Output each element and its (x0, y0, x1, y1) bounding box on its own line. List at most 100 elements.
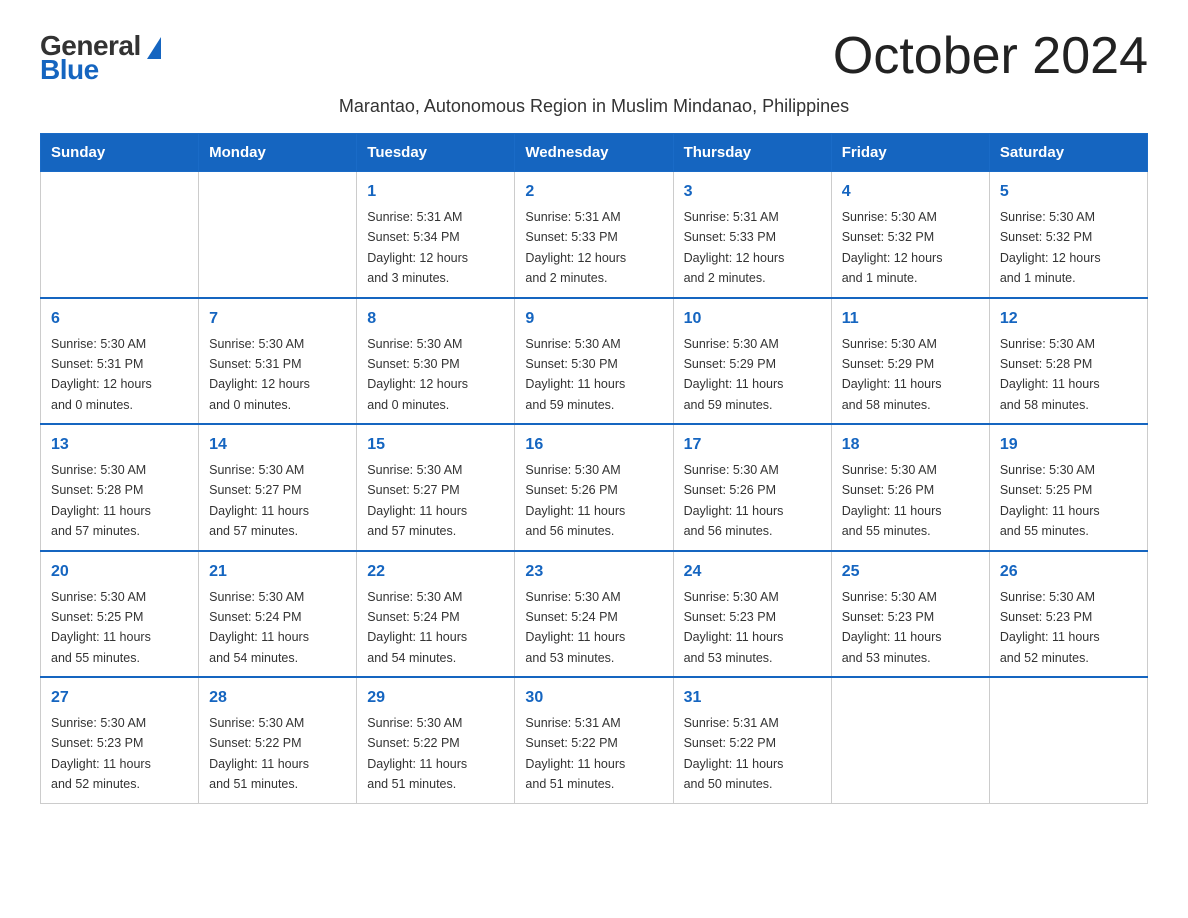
day-number: 5 (1000, 180, 1137, 204)
day-number: 20 (51, 560, 188, 584)
calendar-week-row: 13 Sunrise: 5:30 AM Sunset: 5:28 PM Dayli… (41, 424, 1148, 551)
day-info: Sunrise: 5:30 AM Sunset: 5:25 PM Dayligh… (51, 590, 151, 665)
calendar-header-row: SundayMondayTuesdayWednesdayThursdayFrid… (41, 134, 1148, 172)
day-number: 29 (367, 686, 504, 710)
day-number: 1 (367, 180, 504, 204)
calendar-week-row: 6Sunrise: 5:30 AM Sunset: 5:31 PM Daylig… (41, 298, 1148, 425)
day-number: 8 (367, 307, 504, 331)
day-number: 14 (209, 433, 346, 457)
calendar-cell: 10 Sunrise: 5:30 AM Sunset: 5:29 PM Dayli… (673, 298, 831, 425)
calendar-cell: 6Sunrise: 5:30 AM Sunset: 5:31 PM Daylig… (41, 298, 199, 425)
day-number: 25 (842, 560, 979, 584)
day-info: Sunrise: 5:30 AM Sunset: 5:22 PM Dayligh… (209, 716, 309, 791)
calendar-cell: 7 Sunrise: 5:30 AM Sunset: 5:31 PM Daylig… (199, 298, 357, 425)
day-number: 31 (684, 686, 821, 710)
day-info: Sunrise: 5:30 AM Sunset: 5:23 PM Dayligh… (51, 716, 151, 791)
logo-blue: Blue (40, 54, 99, 86)
weekday-header: Monday (199, 134, 357, 172)
calendar-cell (989, 677, 1147, 803)
day-number: 19 (1000, 433, 1137, 457)
logo: General Blue (40, 30, 161, 86)
day-number: 10 (684, 307, 821, 331)
day-number: 16 (525, 433, 662, 457)
day-info: Sunrise: 5:30 AM Sunset: 5:31 PM Dayligh… (51, 337, 152, 412)
calendar-cell: 22Sunrise: 5:30 AM Sunset: 5:24 PM Dayli… (357, 551, 515, 678)
weekday-header: Friday (831, 134, 989, 172)
calendar-cell: 21 Sunrise: 5:30 AM Sunset: 5:24 PM Dayli… (199, 551, 357, 678)
day-info: Sunrise: 5:30 AM Sunset: 5:26 PM Dayligh… (842, 463, 942, 538)
day-number: 17 (684, 433, 821, 457)
calendar-table: SundayMondayTuesdayWednesdayThursdayFrid… (40, 133, 1148, 804)
calendar-cell: 3 Sunrise: 5:31 AM Sunset: 5:33 PM Daylig… (673, 172, 831, 298)
calendar-cell: 16 Sunrise: 5:30 AM Sunset: 5:26 PM Dayli… (515, 424, 673, 551)
day-number: 30 (525, 686, 662, 710)
calendar-cell: 26Sunrise: 5:30 AM Sunset: 5:23 PM Dayli… (989, 551, 1147, 678)
day-number: 22 (367, 560, 504, 584)
calendar-cell (199, 172, 357, 298)
calendar-cell: 17Sunrise: 5:30 AM Sunset: 5:26 PM Dayli… (673, 424, 831, 551)
day-info: Sunrise: 5:30 AM Sunset: 5:27 PM Dayligh… (367, 463, 467, 538)
calendar-cell: 12 Sunrise: 5:30 AM Sunset: 5:28 PM Dayli… (989, 298, 1147, 425)
day-info: Sunrise: 5:30 AM Sunset: 5:27 PM Dayligh… (209, 463, 309, 538)
calendar-cell: 9 Sunrise: 5:30 AM Sunset: 5:30 PM Daylig… (515, 298, 673, 425)
day-number: 7 (209, 307, 346, 331)
day-number: 12 (1000, 307, 1137, 331)
day-info: Sunrise: 5:30 AM Sunset: 5:31 PM Dayligh… (209, 337, 310, 412)
calendar-cell: 8 Sunrise: 5:30 AM Sunset: 5:30 PM Daylig… (357, 298, 515, 425)
day-info: Sunrise: 5:30 AM Sunset: 5:28 PM Dayligh… (51, 463, 151, 538)
page-header: General Blue October 2024 (40, 30, 1148, 86)
day-info: Sunrise: 5:30 AM Sunset: 5:30 PM Dayligh… (525, 337, 625, 412)
day-number: 9 (525, 307, 662, 331)
day-info: Sunrise: 5:30 AM Sunset: 5:23 PM Dayligh… (684, 590, 784, 665)
day-info: Sunrise: 5:31 AM Sunset: 5:33 PM Dayligh… (684, 210, 785, 285)
day-number: 15 (367, 433, 504, 457)
day-number: 24 (684, 560, 821, 584)
weekday-header: Sunday (41, 134, 199, 172)
day-info: Sunrise: 5:30 AM Sunset: 5:23 PM Dayligh… (842, 590, 942, 665)
day-info: Sunrise: 5:30 AM Sunset: 5:28 PM Dayligh… (1000, 337, 1100, 412)
calendar-cell: 19 Sunrise: 5:30 AM Sunset: 5:25 PM Dayli… (989, 424, 1147, 551)
day-info: Sunrise: 5:30 AM Sunset: 5:25 PM Dayligh… (1000, 463, 1100, 538)
calendar-cell: 28 Sunrise: 5:30 AM Sunset: 5:22 PM Dayli… (199, 677, 357, 803)
day-number: 23 (525, 560, 662, 584)
calendar-cell: 2 Sunrise: 5:31 AM Sunset: 5:33 PM Daylig… (515, 172, 673, 298)
day-number: 2 (525, 180, 662, 204)
calendar-week-row: 1Sunrise: 5:31 AM Sunset: 5:34 PM Daylig… (41, 172, 1148, 298)
calendar-cell: 11 Sunrise: 5:30 AM Sunset: 5:29 PM Dayli… (831, 298, 989, 425)
day-number: 18 (842, 433, 979, 457)
calendar-cell: 18 Sunrise: 5:30 AM Sunset: 5:26 PM Dayli… (831, 424, 989, 551)
day-info: Sunrise: 5:31 AM Sunset: 5:33 PM Dayligh… (525, 210, 626, 285)
page-subtitle: Marantao, Autonomous Region in Muslim Mi… (40, 96, 1148, 117)
day-info: Sunrise: 5:30 AM Sunset: 5:26 PM Dayligh… (525, 463, 625, 538)
day-number: 3 (684, 180, 821, 204)
calendar-cell: 20 Sunrise: 5:30 AM Sunset: 5:25 PM Dayli… (41, 551, 199, 678)
day-number: 28 (209, 686, 346, 710)
day-number: 26 (1000, 560, 1137, 584)
calendar-cell: 1Sunrise: 5:31 AM Sunset: 5:34 PM Daylig… (357, 172, 515, 298)
calendar-cell: 30Sunrise: 5:31 AM Sunset: 5:22 PM Dayli… (515, 677, 673, 803)
day-info: Sunrise: 5:30 AM Sunset: 5:32 PM Dayligh… (842, 210, 943, 285)
day-number: 13 (51, 433, 188, 457)
day-number: 4 (842, 180, 979, 204)
logo-arrow-icon (147, 37, 161, 59)
calendar-cell: 15 Sunrise: 5:30 AM Sunset: 5:27 PM Dayli… (357, 424, 515, 551)
calendar-cell: 23Sunrise: 5:30 AM Sunset: 5:24 PM Dayli… (515, 551, 673, 678)
calendar-week-row: 20 Sunrise: 5:30 AM Sunset: 5:25 PM Dayli… (41, 551, 1148, 678)
day-number: 21 (209, 560, 346, 584)
day-number: 27 (51, 686, 188, 710)
calendar-cell: 13 Sunrise: 5:30 AM Sunset: 5:28 PM Dayli… (41, 424, 199, 551)
calendar-cell: 5 Sunrise: 5:30 AM Sunset: 5:32 PM Daylig… (989, 172, 1147, 298)
weekday-header: Saturday (989, 134, 1147, 172)
day-info: Sunrise: 5:30 AM Sunset: 5:32 PM Dayligh… (1000, 210, 1101, 285)
day-info: Sunrise: 5:30 AM Sunset: 5:30 PM Dayligh… (367, 337, 468, 412)
weekday-header: Wednesday (515, 134, 673, 172)
calendar-cell: 4 Sunrise: 5:30 AM Sunset: 5:32 PM Daylig… (831, 172, 989, 298)
weekday-header: Thursday (673, 134, 831, 172)
day-number: 11 (842, 307, 979, 331)
day-info: Sunrise: 5:30 AM Sunset: 5:29 PM Dayligh… (842, 337, 942, 412)
day-info: Sunrise: 5:30 AM Sunset: 5:24 PM Dayligh… (209, 590, 309, 665)
calendar-week-row: 27 Sunrise: 5:30 AM Sunset: 5:23 PM Dayli… (41, 677, 1148, 803)
calendar-cell: 31Sunrise: 5:31 AM Sunset: 5:22 PM Dayli… (673, 677, 831, 803)
day-info: Sunrise: 5:30 AM Sunset: 5:29 PM Dayligh… (684, 337, 784, 412)
calendar-cell: 25 Sunrise: 5:30 AM Sunset: 5:23 PM Dayli… (831, 551, 989, 678)
